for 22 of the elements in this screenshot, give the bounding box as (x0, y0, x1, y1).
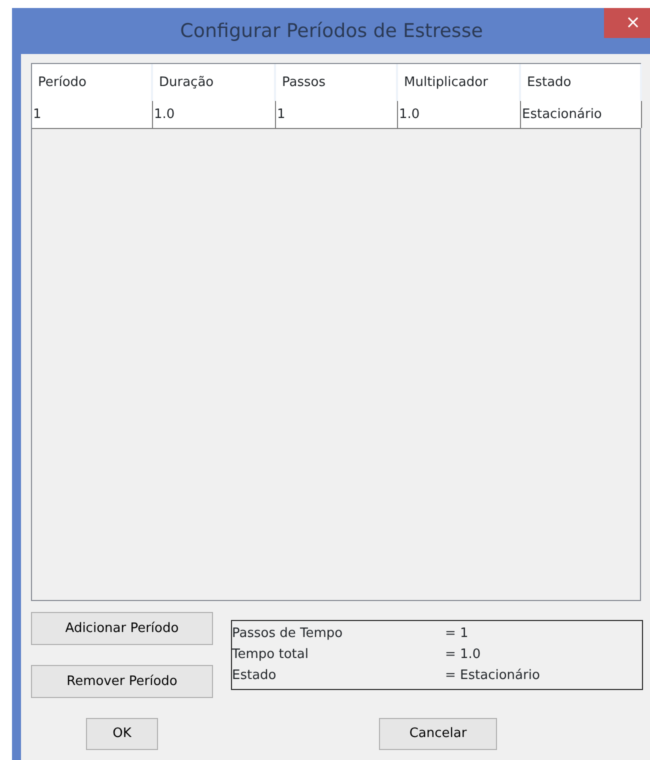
remove-period-button[interactable]: Remover Período (31, 665, 213, 698)
close-button[interactable]: × (604, 8, 650, 38)
summary-label: Estado (232, 667, 278, 685)
column-header[interactable]: Estado (521, 64, 642, 101)
cancel-button[interactable]: Cancelar (379, 718, 497, 750)
table-cell: 1 (276, 101, 398, 128)
table-cell: 1.0 (398, 101, 521, 128)
ok-button[interactable]: OK (86, 718, 158, 750)
table-cell: 1.0 (153, 101, 276, 128)
summary-value: = 1.0 (445, 646, 482, 664)
summary-label: Passos de Tempo (232, 625, 344, 643)
add-period-button[interactable]: Adicionar Período (31, 612, 213, 645)
column-header[interactable]: Multiplicador (398, 64, 521, 101)
column-header[interactable]: Passos (276, 64, 398, 101)
table-cell: 1 (32, 101, 153, 128)
summary-label: Tempo total (232, 646, 310, 664)
table-cell: Estacionário (521, 101, 642, 128)
column-header[interactable]: Duração (153, 64, 276, 101)
summary-value: = Estacionário (445, 667, 541, 685)
summary-value: = 1 (445, 625, 470, 643)
column-header[interactable]: Período (32, 64, 153, 101)
window-title: Configurar Períodos de Estresse (180, 18, 483, 44)
